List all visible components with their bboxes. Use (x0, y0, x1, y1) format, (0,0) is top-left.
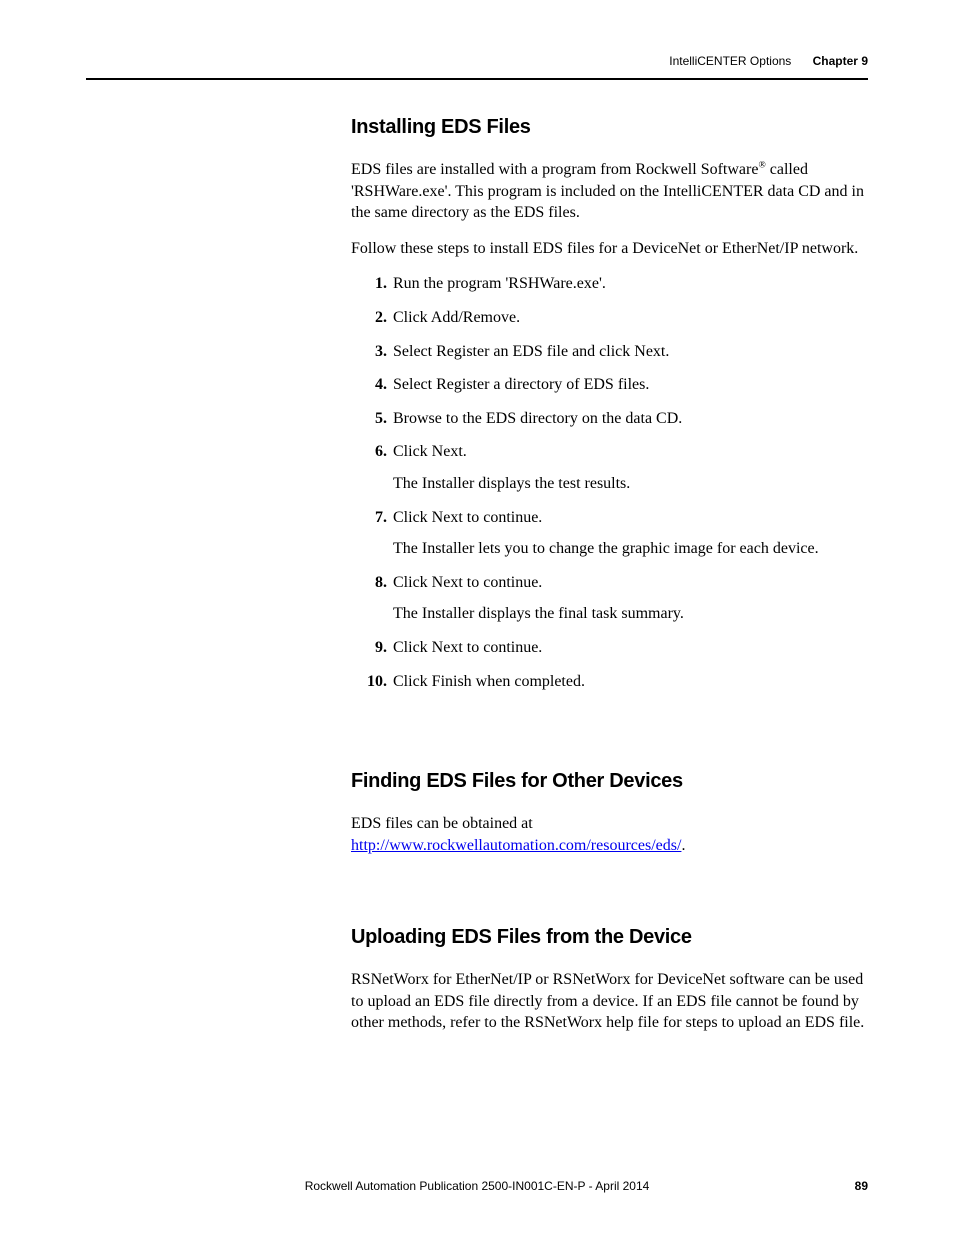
step-subtext: The Installer displays the final task su… (393, 603, 868, 625)
step-subtext: The Installer displays the test results. (393, 473, 868, 495)
footer-publication: Rockwell Automation Publication 2500-IN0… (116, 1179, 838, 1193)
header-section: IntelliCENTER Options (669, 54, 791, 68)
step-number: 4. (363, 374, 387, 396)
spacer (351, 704, 868, 762)
header-chapter: Chapter 9 (813, 54, 868, 68)
step-text: Select Register a directory of EDS files… (393, 376, 649, 393)
page: IntelliCENTER Options Chapter 9 Installi… (0, 0, 954, 1235)
step-subtext: The Installer lets you to change the gra… (393, 538, 868, 560)
header-divider (86, 78, 868, 80)
heading-uploading-eds: Uploading EDS Files from the Device (351, 926, 868, 949)
eds-resources-link[interactable]: http://www.rockwellautomation.com/resour… (351, 837, 681, 854)
step-item: 6.Click Next.The Installer displays the … (393, 441, 868, 494)
paragraph: EDS files are installed with a program f… (351, 159, 868, 224)
heading-installing-eds: Installing EDS Files (351, 116, 868, 139)
heading-finding-eds: Finding EDS Files for Other Devices (351, 770, 868, 793)
step-text: Run the program 'RSHWare.exe'. (393, 275, 606, 292)
step-item: 9.Click Next to continue. (393, 637, 868, 659)
step-text: Click Next to continue. (393, 574, 542, 591)
paragraph: EDS files can be obtained at http://www.… (351, 813, 868, 856)
step-number: 6. (363, 441, 387, 463)
paragraph: RSNetWorx for EtherNet/IP or RSNetWorx f… (351, 969, 868, 1034)
step-item: 8.Click Next to continue.The Installer d… (393, 572, 868, 625)
step-text: Click Add/Remove. (393, 309, 520, 326)
page-footer: Rockwell Automation Publication 2500-IN0… (0, 1179, 954, 1193)
step-text: Click Next to continue. (393, 509, 542, 526)
step-text: Click Next. (393, 443, 467, 460)
step-item: 5.Browse to the EDS directory on the dat… (393, 408, 868, 430)
step-number: 2. (363, 307, 387, 329)
spacer (351, 870, 868, 918)
step-item: 3.Select Register an EDS file and click … (393, 341, 868, 363)
step-text: Click Finish when completed. (393, 673, 585, 690)
text: EDS files can be obtained at (351, 815, 533, 832)
step-item: 1.Run the program 'RSHWare.exe'. (393, 273, 868, 295)
page-header: IntelliCENTER Options Chapter 9 (86, 54, 868, 68)
step-text: Click Next to continue. (393, 639, 542, 656)
paragraph: Follow these steps to install EDS files … (351, 238, 868, 260)
step-item: 10.Click Finish when completed. (393, 671, 868, 693)
step-item: 4.Select Register a directory of EDS fil… (393, 374, 868, 396)
step-number: 1. (363, 273, 387, 295)
step-item: 2.Click Add/Remove. (393, 307, 868, 329)
step-number: 3. (363, 341, 387, 363)
step-text: Select Register an EDS file and click Ne… (393, 343, 669, 360)
step-number: 10. (363, 671, 387, 693)
step-number: 7. (363, 507, 387, 529)
step-item: 7.Click Next to continue.The Installer l… (393, 507, 868, 560)
step-number: 5. (363, 408, 387, 430)
step-list: 1.Run the program 'RSHWare.exe'. 2.Click… (351, 273, 868, 692)
step-number: 9. (363, 637, 387, 659)
text: . (681, 837, 685, 854)
step-number: 8. (363, 572, 387, 594)
step-text: Browse to the EDS directory on the data … (393, 410, 682, 427)
content-column: Installing EDS Files EDS files are insta… (351, 116, 868, 1034)
registered-mark: ® (758, 160, 765, 171)
footer-page-number: 89 (838, 1179, 868, 1193)
text: EDS files are installed with a program f… (351, 161, 758, 178)
